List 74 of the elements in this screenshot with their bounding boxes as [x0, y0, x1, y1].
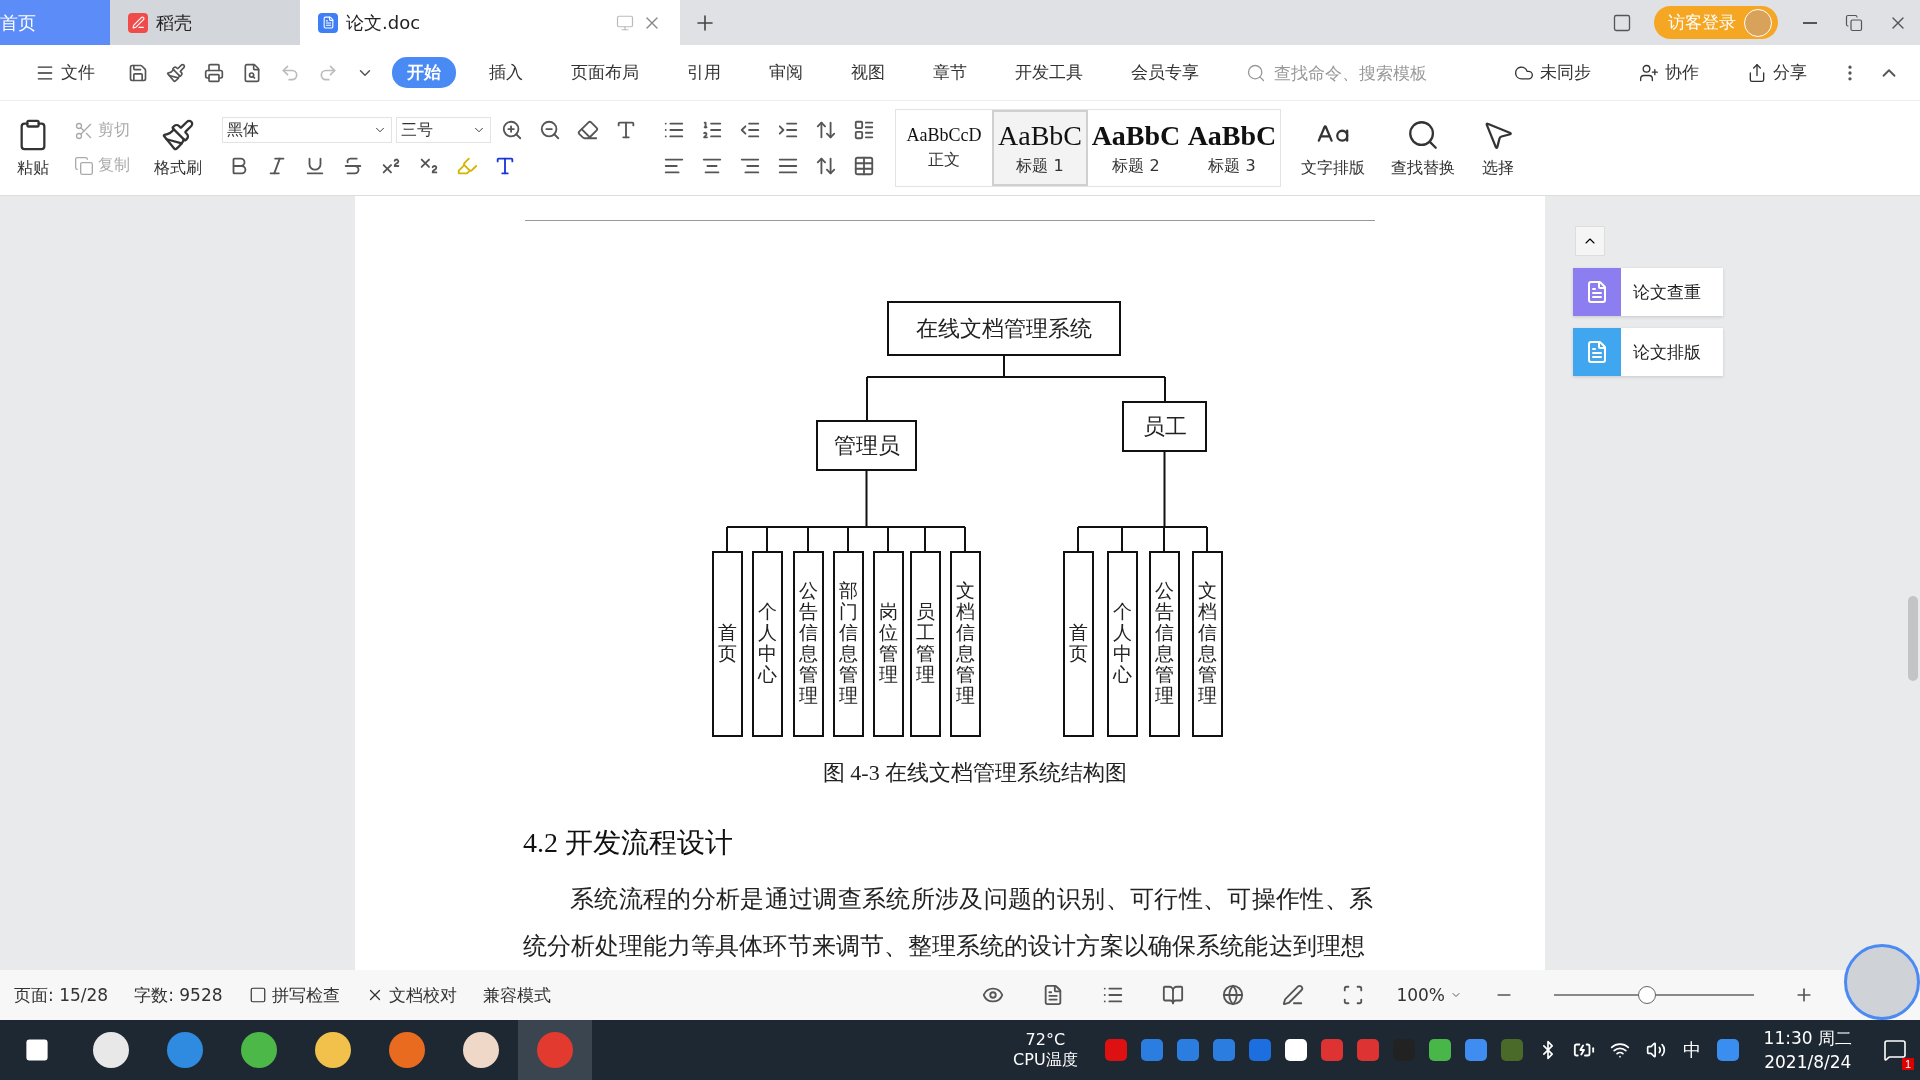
diagram-node: 公告信息管理	[793, 551, 824, 737]
ribbon-tab[interactable]: 引用	[672, 57, 736, 88]
notification-badge: 1	[1901, 1058, 1914, 1070]
document-tab[interactable]: 论文.doc	[300, 0, 680, 45]
sensor-label: CPU温度	[1013, 1050, 1078, 1070]
word-count: 字数: 9528	[134, 983, 223, 1007]
diagram-node: 管理员	[816, 420, 917, 471]
diagram-node: 首页	[1063, 551, 1094, 737]
side-panel-button[interactable]: 论文排版	[1573, 328, 1723, 376]
document-icon	[1573, 328, 1621, 376]
avatar-icon	[1744, 8, 1772, 37]
ribbon-tab[interactable]: 页面布局	[556, 57, 654, 88]
side-panel-button[interactable]: 论文查重	[1573, 268, 1723, 316]
diagram-node: 文档信息管理	[1192, 551, 1223, 737]
toolbar-action[interactable]: 未同步	[1499, 57, 1606, 88]
ribbon-tool-button[interactable]: 查找替换	[1385, 115, 1461, 181]
minimize-icon	[1803, 21, 1817, 24]
figure-caption: 图 4-3 在线文档管理系统结构图	[822, 759, 1128, 787]
zoom-slider-thumb[interactable]	[1638, 986, 1656, 1004]
diagram-node: 员工	[1122, 401, 1207, 452]
status-button[interactable]: 文档校对	[365, 983, 457, 1007]
paintbrush-icon	[161, 117, 195, 152]
document-tab[interactable]: 稻壳	[110, 0, 300, 45]
file-menu[interactable]: 文件	[20, 57, 110, 88]
ribbon-tab[interactable]: 视图	[836, 57, 900, 88]
status-button[interactable]: 拼写检查	[248, 983, 340, 1007]
ribbon-tool-button[interactable]: 选择	[1475, 115, 1521, 181]
clock-time: 11:30 周二	[1763, 1027, 1852, 1050]
body-paragraph: 系统流程的分析是通过调查系统所涉及问题的识别、可行性、可操作性、系统分析处理能力等具体环节来调节、整理系统的设计方案以确保系统能达到理想	[523, 885, 1373, 961]
ribbon-tab[interactable]: 审阅	[754, 57, 818, 88]
add-user-icon	[1639, 62, 1659, 83]
font-size-select[interactable]: 三号	[396, 117, 491, 143]
document-icon	[1573, 268, 1621, 316]
status-button[interactable]: 兼容模式	[482, 983, 551, 1007]
temperature-reading: 72°C	[1025, 1030, 1066, 1050]
diagram-node: 个人中心	[1107, 551, 1138, 737]
clock-date: 2021/8/24	[1764, 1051, 1852, 1074]
notification-button[interactable]: 1	[1870, 1020, 1920, 1080]
font-select[interactable]: 黑体	[222, 117, 392, 143]
collapse-panel-button[interactable]	[1575, 226, 1605, 256]
ribbon-tab[interactable]: 开发工具	[1000, 57, 1098, 88]
ribbon-tab[interactable]: 插入	[474, 57, 538, 88]
document-icon	[318, 12, 338, 33]
monitor-icon	[616, 13, 634, 32]
input-method-button[interactable]: 中	[1673, 1020, 1710, 1080]
ribbon-tab[interactable]: 会员专享	[1116, 57, 1214, 88]
check-box-icon	[248, 986, 267, 1004]
share-icon	[1747, 62, 1767, 83]
section-heading: 4.2 开发流程设计	[523, 826, 733, 860]
diagram-node: 岗位管理	[873, 551, 904, 737]
diagram-node: 部门信息管理	[833, 551, 864, 737]
square-icon	[1612, 12, 1632, 33]
diagram-node: 员工管理	[910, 551, 941, 737]
message-icon	[1883, 1038, 1907, 1062]
diagram-node: 个人中心	[752, 551, 783, 737]
format-painter-button[interactable]: 格式刷	[148, 115, 208, 181]
ribbon-tool-button[interactable]: 文字排版	[1295, 115, 1371, 181]
page-count: 页面: 15/28	[14, 983, 109, 1007]
restore-icon	[1845, 13, 1863, 32]
app-logo-icon	[128, 12, 148, 33]
paste-button[interactable]: 粘贴	[10, 115, 56, 181]
style-option[interactable]: AaBbC 标题 1	[992, 110, 1088, 186]
toolbar-action[interactable]: 分享	[1732, 57, 1822, 88]
diagram-node: 在线文档管理系统	[887, 301, 1121, 356]
toolbar-action[interactable]: 协作	[1624, 57, 1714, 88]
scissors-icon	[74, 120, 94, 141]
diagram-node: 公告信息管理	[1149, 551, 1180, 737]
search-icon	[1246, 62, 1266, 83]
ribbon-tab[interactable]: 章节	[918, 57, 982, 88]
zoom-level-select[interactable]: 100%	[1396, 985, 1462, 1005]
copy-icon	[74, 155, 94, 176]
scrollbar-thumb[interactable]	[1908, 596, 1918, 681]
diagram-node: 文档信息管理	[950, 551, 981, 737]
diagram-node: 首页	[712, 551, 743, 737]
